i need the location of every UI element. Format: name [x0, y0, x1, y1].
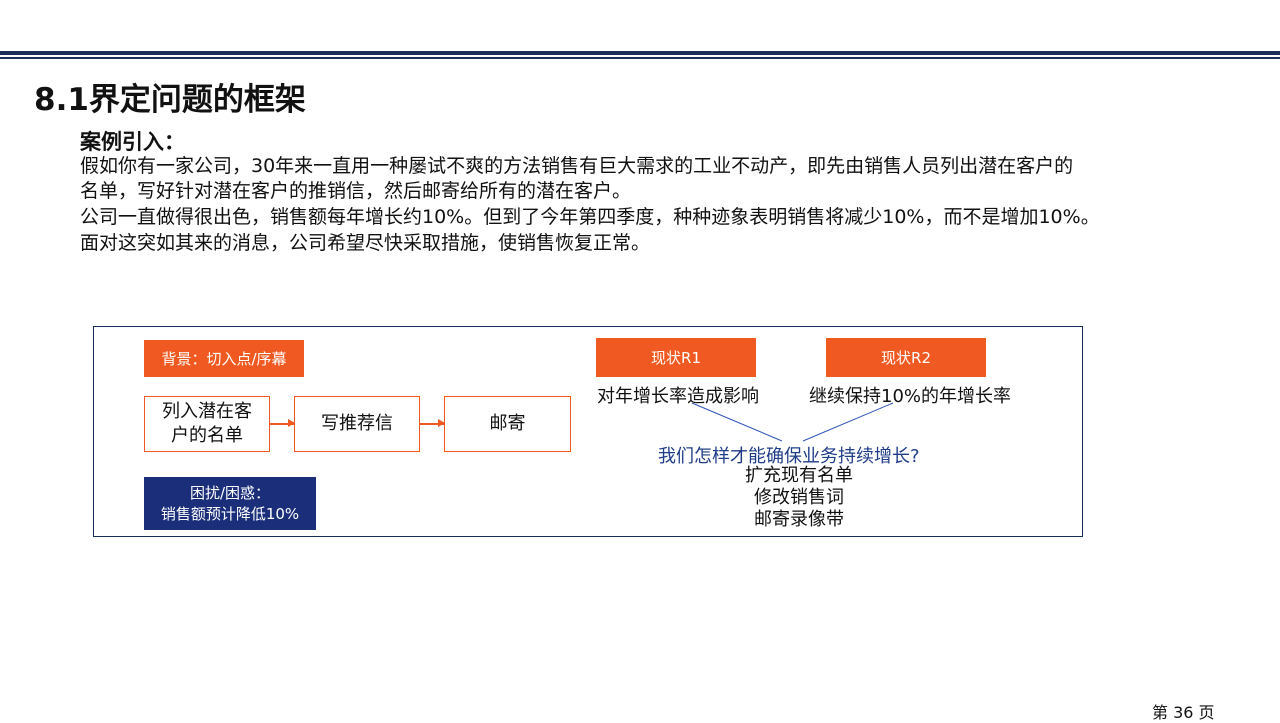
- step-write-letter: 写推荐信: [294, 396, 420, 452]
- step-list-prospects: 列入潜在客户的名单: [144, 396, 270, 452]
- case-paragraph-1: 假如你有一家公司，30年来一直用一种屡试不爽的方法销售有巨大需求的工业不动产，即…: [80, 154, 1073, 204]
- answers-list: 扩充现有名单 修改销售词 邮寄录像带: [700, 465, 898, 531]
- answer-item: 修改销售词: [754, 487, 844, 508]
- case-paragraph-3: 面对这突如其来的消息，公司希望尽快采取措施，使销售恢复正常。: [80, 232, 651, 254]
- case-paragraph-1-line-1: 假如你有一家公司，30年来一直用一种屡试不爽的方法销售有巨大需求的工业不动产，即…: [80, 155, 1074, 177]
- trouble-box: 困扰/困惑： 销售额预计降低10%: [144, 477, 316, 530]
- page-title: 8.1界定问题的框架: [34, 82, 306, 118]
- status-r1-text: 对年增长率造成影响: [597, 386, 759, 407]
- background-tag: 背景：切入点/序幕: [144, 340, 304, 377]
- arrow-right-icon: [420, 420, 445, 426]
- case-paragraph-1-line-2: 名单，写好针对潜在客户的推销信，然后邮寄给所有的潜在客户。: [80, 180, 632, 202]
- step-mail-label: 邮寄: [489, 413, 526, 434]
- step-write-letter-label: 写推荐信: [321, 413, 393, 434]
- arrow-right-icon: [270, 420, 295, 426]
- step-list-prospects-label: 列入潜在客户的名单: [162, 401, 252, 446]
- page-number: 第 36 页: [1152, 703, 1215, 722]
- trouble-line-2: 销售额预计降低10%: [160, 504, 300, 523]
- header-rule-thin: [0, 57, 1280, 59]
- case-paragraph-2: 公司一直做得很出色，销售额每年增长约10%。但到了今年第四季度，种种迹象表明销售…: [80, 206, 1100, 228]
- status-r2-tag: 现状R2: [826, 338, 986, 377]
- status-r2-text: 继续保持10%的年增长率: [809, 386, 1012, 407]
- trouble-line-1: 困扰/困惑：: [189, 483, 271, 502]
- case-heading: 案例引入：: [80, 130, 185, 154]
- step-mail: 邮寄: [444, 396, 571, 452]
- answer-item: 扩充现有名单: [745, 465, 853, 486]
- status-r1-tag: 现状R1: [596, 338, 756, 377]
- answer-item: 邮寄录像带: [754, 509, 844, 530]
- header-rule: [0, 51, 1280, 55]
